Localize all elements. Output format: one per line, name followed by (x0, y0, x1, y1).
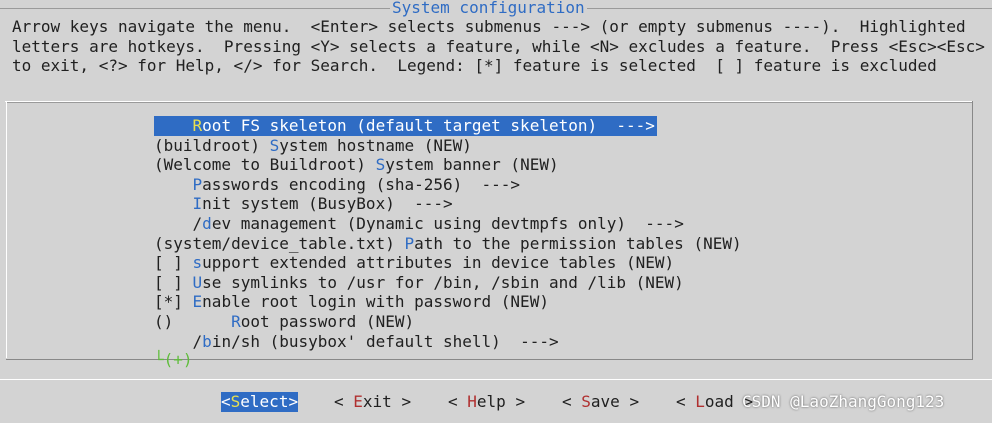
menu-item-hotkey: P (404, 233, 415, 253)
menu-item-label: asswords encoding (sha-256) ---> (202, 174, 521, 194)
menu-item[interactable]: () Root password (NEW) (154, 312, 414, 332)
menu-item[interactable]: Passwords encoding (sha-256) ---> (154, 174, 521, 195)
menu-item-hotkey: b (202, 331, 212, 351)
menu-item-prefix: [ ] (154, 253, 193, 273)
menu-item-label: upport extended attributes in device tab… (202, 253, 675, 273)
button-hotkey: L (695, 392, 705, 411)
button-bracket-left: < (448, 392, 468, 411)
menu-item-prefix: (Welcome to Buildroot) (154, 155, 376, 175)
menu-item-label: nit system (BusyBox) ---> (202, 194, 453, 214)
menu-item-hotkey: S (375, 155, 386, 175)
menu-item-prefix: / (154, 214, 203, 233)
menu-item[interactable]: [ ] Use symlinks to /usr for /bin, /sbin… (154, 273, 684, 293)
menu-item-prefix (154, 194, 193, 213)
menu-item-label: ev management (Dynamic using devtmpfs on… (211, 214, 684, 233)
menu-item-hotkey: S (269, 135, 280, 155)
menu-frame-right (972, 101, 973, 360)
menu-item[interactable]: Init system (BusyBox) ---> (154, 194, 453, 214)
menu-item-hotkey: E (192, 292, 203, 312)
help-line-2: letters are hotkeys. Pressing <Y> select… (12, 36, 985, 56)
button-bracket-left: < (676, 392, 696, 411)
menu-item[interactable]: [*] Enable root login with password (NEW… (154, 292, 549, 312)
button-label-rest: elp > (476, 392, 526, 411)
menu-item-label: ystem hostname (NEW) (279, 135, 472, 155)
help-text: Arrow keys navigate the menu. <Enter> se… (12, 17, 985, 76)
menu-item[interactable]: /dev management (Dynamic using devtmpfs … (154, 214, 684, 234)
button-help[interactable]: < Help > (448, 392, 525, 412)
button-bracket-left: < (562, 392, 582, 411)
menu-item-hotkey: U (192, 272, 203, 292)
menu-item-hotkey: P (192, 174, 203, 194)
button-label-rest: ave > (590, 392, 640, 411)
button-label-rest: xit > (362, 392, 412, 411)
button-hotkey: S (230, 392, 241, 411)
button-bar-divider (0, 379, 992, 380)
menu-item-prefix: (buildroot) (154, 135, 270, 155)
menu-item[interactable]: [ ] support extended attributes in devic… (154, 253, 674, 273)
menu-item-hotkey: s (192, 253, 203, 273)
menu-item-prefix: [ ] (154, 272, 193, 292)
button-hotkey: H (467, 392, 477, 411)
menu-item-label: oot password (NEW) (240, 312, 415, 331)
menu-item-prefix (154, 175, 193, 194)
button-label-rest: elect> (240, 392, 299, 411)
help-line-3: to exit, <?> for Help, </> for Search. L… (12, 56, 937, 76)
more-indicator: └(+) (154, 350, 193, 369)
menu-item-hotkey: d (202, 214, 212, 233)
menu-item[interactable]: Root FS skeleton (default target skeleto… (154, 116, 657, 136)
button-save[interactable]: < Save > (562, 392, 639, 412)
menu-frame-inner-top (6, 102, 972, 103)
button-hotkey: E (353, 392, 363, 411)
button-bracket-left: < (221, 392, 231, 411)
menu-item-label: in/sh (busybox' default shell) ---> (211, 331, 559, 351)
menu-item-prefix: () (154, 312, 232, 331)
menu-frame-bottom (6, 359, 973, 360)
button-hotkey: S (581, 392, 591, 411)
menu-item[interactable]: (system/device_table.txt) Path to the pe… (154, 234, 742, 254)
menu-item[interactable]: (buildroot) System hostname (NEW) (154, 136, 472, 156)
menu-item-label: se symlinks to /usr for /bin, /sbin and … (202, 272, 684, 292)
menu-frame-left (6, 101, 7, 358)
button-select[interactable]: <Select> (221, 392, 299, 412)
menu-item-label: nable root login with password (NEW) (202, 292, 549, 312)
window-title: System configuration (390, 0, 587, 17)
watermark: CSDN @LaoZhangGong123 (742, 392, 945, 411)
menu-item-prefix: [*] (154, 292, 193, 312)
menu-item-prefix (154, 116, 193, 135)
menu-item-prefix: / (154, 331, 203, 351)
menu-item-hotkey: R (192, 116, 203, 135)
menu-item[interactable]: (Welcome to Buildroot) System banner (NE… (154, 155, 559, 175)
button-exit[interactable]: < Exit > (334, 392, 411, 412)
menu-item-hotkey: R (231, 312, 241, 331)
menu-item-label: oot FS skeleton (default target skeleton… (202, 116, 655, 135)
menu-item-hotkey: I (192, 194, 203, 214)
menu-item-prefix: (system/device_table.txt) (154, 233, 405, 253)
menu-item-label: ystem banner (NEW) (385, 155, 559, 175)
menu-item[interactable]: /bin/sh (busybox' default shell) ---> (154, 332, 559, 352)
menu-item-label: ath to the permission tables (NEW) (414, 233, 742, 253)
button-bracket-left: < (334, 392, 354, 411)
help-line-1: Arrow keys navigate the menu. <Enter> se… (12, 17, 966, 36)
